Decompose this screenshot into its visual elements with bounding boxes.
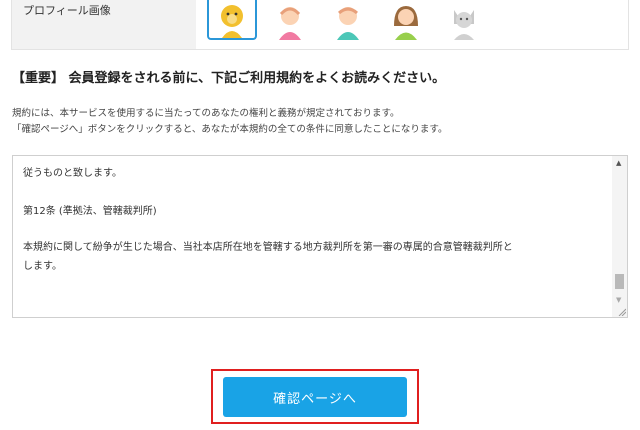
scroll-down-arrow-icon[interactable]: ▼ xyxy=(616,296,621,304)
cat-avatar-icon xyxy=(454,10,474,40)
confirm-page-button[interactable]: 確認ページへ xyxy=(223,377,407,417)
avatar-option-girl[interactable] xyxy=(265,0,315,40)
terms-line: 本規約に関して紛争が生じた場合、当社本店所在地を管轄する地方裁判所を第一審の専属… xyxy=(23,242,513,253)
girl-avatar-icon xyxy=(279,7,301,40)
woman-avatar-icon xyxy=(394,6,418,40)
terms-description: 規約には、本サービスを使用するに当たってのあなたの権利と義務が規定されております… xyxy=(12,106,447,138)
scrollbar-thumb[interactable] xyxy=(615,274,624,289)
resize-handle-icon[interactable] xyxy=(618,308,626,316)
avatar-options xyxy=(196,0,628,49)
terms-article-heading: 第12条 (準拠法、管轄裁判所) xyxy=(23,206,157,217)
important-notice: 【重要】 会員登録をされる前に、下記ご利用規約をよくお読みください。 xyxy=(12,71,446,86)
terms-line: 従うものと致します。 xyxy=(23,168,122,179)
avatar-option-cat[interactable] xyxy=(439,0,489,40)
description-line-1: 規約には、本サービスを使用するに当たってのあなたの権利と義務が規定されております… xyxy=(12,108,400,119)
terms-textarea[interactable]: 従うものと致します。 第12条 (準拠法、管轄裁判所) 本規約に関して紛争が生じ… xyxy=(12,155,628,318)
profile-image-label: プロフィール画像 xyxy=(12,0,196,49)
avatar-option-woman[interactable] xyxy=(381,0,431,40)
bear-avatar-icon xyxy=(221,5,243,38)
profile-image-row: プロフィール画像 xyxy=(11,0,629,50)
terms-line: します。 xyxy=(23,261,62,272)
terms-scrollbar[interactable]: ▲ ▼ xyxy=(612,156,627,317)
boy-avatar-icon xyxy=(337,7,359,40)
scroll-up-arrow-icon[interactable]: ▲ xyxy=(616,159,621,167)
avatar-option-bear[interactable] xyxy=(207,0,257,40)
avatar-option-boy[interactable] xyxy=(323,0,373,40)
description-line-2: 「確認ページへ」ボタンをクリックすると、あなたが本規約の全ての条件に同意したこと… xyxy=(12,124,448,135)
